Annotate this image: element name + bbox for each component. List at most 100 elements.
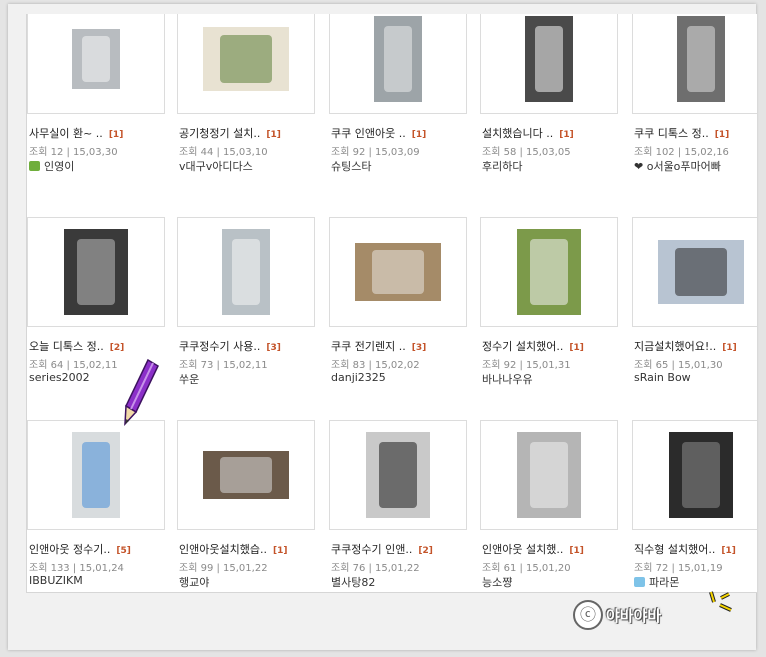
post-author[interactable]: 쑤운 [179,371,199,387]
comment-count[interactable]: [1] [559,130,574,140]
post-card[interactable]: 쿠쿠정수기 인앤.. [2] 조회 76 | 15,01,22 별사탕82 [329,420,481,592]
comment-count[interactable]: [2] [110,343,125,353]
post-title[interactable]: 사무실이 환~ .. [29,127,103,140]
post-card[interactable]: 쿠쿠 전기렌지 .. [3] 조회 83 | 15,02,02 danji2325 [329,217,481,412]
post-thumbnail[interactable] [329,14,467,114]
post-title-link[interactable]: 쿠쿠 전기렌지 .. [3] [331,338,481,354]
post-card[interactable]: 인앤아웃설치했습.. [1] 조회 99 | 15,01,22 행교야 [177,420,329,592]
post-title-link[interactable]: 쿠쿠 인앤아웃 .. [1] [331,125,481,141]
comment-count[interactable]: [1] [721,546,736,556]
post-title-link[interactable]: 인앤아웃설치했습.. [1] [179,541,329,557]
post-author[interactable]: IBBUZIKM [29,574,83,587]
comment-count[interactable]: [1] [722,343,737,353]
post-title[interactable]: 지금설치했어요!.. [634,340,716,353]
post-title-link[interactable]: 지금설치했어요!.. [1] [634,338,757,354]
post-author[interactable]: danji2325 [331,371,386,384]
post-title-link[interactable]: 정수기 설치했어.. [1] [482,338,632,354]
post-title[interactable]: 공기청정기 설치.. [179,127,260,140]
post-card[interactable]: 직수형 설치했어.. [1] 조회 72 | 15,01,19 파라몬 [632,420,757,592]
post-card[interactable]: 쿠쿠 인앤아웃 .. [1] 조회 92 | 15,03,09 슈팅스타 [329,14,481,199]
author-name[interactable]: 인영이 [44,160,74,173]
post-photo[interactable] [64,229,128,315]
author-name[interactable]: 슈팅스타 [331,160,371,173]
post-title-link[interactable]: 사무실이 환~ .. [1] [29,125,179,141]
post-thumbnail[interactable] [480,14,618,114]
post-card[interactable]: 설치했습니다 .. [1] 조회 58 | 15,03,05 후리하다 [480,14,632,199]
post-title[interactable]: 인앤아웃 정수기.. [29,543,110,556]
post-photo[interactable] [355,243,441,301]
author-name[interactable]: 파라몬 [649,576,679,589]
post-title[interactable]: 인앤아웃 설치했.. [482,543,563,556]
post-title-link[interactable]: 인앤아웃 설치했.. [1] [482,541,632,557]
post-title-link[interactable]: 오늘 디톡스 정.. [2] [29,338,179,354]
post-title-link[interactable]: 쿠쿠정수기 사용.. [3] [179,338,329,354]
comment-count[interactable]: [1] [569,343,584,353]
post-photo[interactable] [669,432,733,518]
post-title[interactable]: 쿠쿠 인앤아웃 .. [331,127,406,140]
comment-count[interactable]: [5] [116,546,131,556]
post-title[interactable]: 쿠쿠 디톡스 정.. [634,127,709,140]
post-title-link[interactable]: 쿠쿠정수기 인앤.. [2] [331,541,481,557]
post-author[interactable]: 별사탕82 [331,574,375,590]
post-title[interactable]: 정수기 설치했어.. [482,340,563,353]
post-title[interactable]: 쿠쿠 전기렌지 .. [331,340,406,353]
post-title[interactable]: 쿠쿠정수기 사용.. [179,340,260,353]
post-photo[interactable] [517,432,581,518]
author-name[interactable]: danji2325 [331,371,386,384]
post-title-link[interactable]: 쿠쿠 디톡스 정.. [1] [634,125,757,141]
comment-count[interactable]: [1] [266,130,281,140]
post-card[interactable]: 쿠쿠정수기 사용.. [3] 조회 73 | 15,02,11 쑤운 [177,217,329,412]
post-photo[interactable] [72,432,120,518]
post-photo[interactable] [366,432,430,518]
post-thumbnail[interactable] [27,14,165,114]
post-author[interactable]: 능소쨩 [482,574,512,590]
post-photo[interactable] [222,229,270,315]
post-title[interactable]: 오늘 디톡스 정.. [29,340,104,353]
post-card[interactable]: 인앤아웃 설치했.. [1] 조회 61 | 15,01,20 능소쨩 [480,420,632,592]
post-author[interactable]: series2002 [29,371,90,384]
post-photo[interactable] [374,16,422,102]
post-thumbnail[interactable] [329,420,467,530]
author-name[interactable]: 능소쨩 [482,576,512,589]
post-title[interactable]: 쿠쿠정수기 인앤.. [331,543,412,556]
comment-count[interactable]: [2] [418,546,433,556]
post-title[interactable]: 설치했습니다 .. [482,127,553,140]
post-card[interactable]: 공기청정기 설치.. [1] 조회 44 | 15,03,10 v대구v아디다스 [177,14,329,199]
comment-count[interactable]: [1] [273,546,288,556]
post-thumbnail[interactable] [177,420,315,530]
post-title-link[interactable]: 공기청정기 설치.. [1] [179,125,329,141]
author-name[interactable]: 쑤운 [179,373,199,386]
post-thumbnail[interactable] [27,420,165,530]
post-photo[interactable] [72,29,120,89]
comment-count[interactable]: [1] [715,130,730,140]
comment-count[interactable]: [1] [569,546,584,556]
post-photo[interactable] [203,451,289,499]
post-title[interactable]: 인앤아웃설치했습.. [179,543,267,556]
post-title-link[interactable]: 직수형 설치했어.. [1] [634,541,757,557]
post-thumbnail[interactable] [27,217,165,327]
author-name[interactable]: ❤ o서울o푸마어빠 [634,160,721,173]
post-photo[interactable] [677,16,725,102]
post-thumbnail[interactable] [480,217,618,327]
post-thumbnail[interactable] [632,217,757,327]
author-name[interactable]: 별사탕82 [331,576,375,589]
post-title-link[interactable]: 인앤아웃 정수기.. [5] [29,541,179,557]
post-author[interactable]: sRain Bow [634,371,691,384]
author-name[interactable]: v대구v아디다스 [179,160,253,173]
post-card[interactable]: 쿠쿠 디톡스 정.. [1] 조회 102 | 15,02,16 ❤ o서울o푸마어빠 [632,14,757,199]
post-thumbnail[interactable] [632,14,757,114]
post-author[interactable]: 슈팅스타 [331,158,371,174]
author-name[interactable]: IBBUZIKM [29,574,83,587]
comment-count[interactable]: [1] [412,130,427,140]
post-card[interactable]: 사무실이 환~ .. [1] 조회 12 | 15,03,30 인영이 [27,14,179,199]
post-card[interactable]: 인앤아웃 정수기.. [5] 조회 133 | 15,01,24 IBBUZIKM [27,420,179,592]
author-name[interactable]: sRain Bow [634,371,691,384]
post-photo[interactable] [525,16,573,102]
author-name[interactable]: 후리하다 [482,160,522,173]
post-thumbnail[interactable] [480,420,618,530]
post-thumbnail[interactable] [632,420,757,530]
author-name[interactable]: 바나나우유 [482,373,533,386]
post-title[interactable]: 직수형 설치했어.. [634,543,715,556]
post-thumbnail[interactable] [177,217,315,327]
post-author[interactable]: 파라몬 [634,574,679,590]
